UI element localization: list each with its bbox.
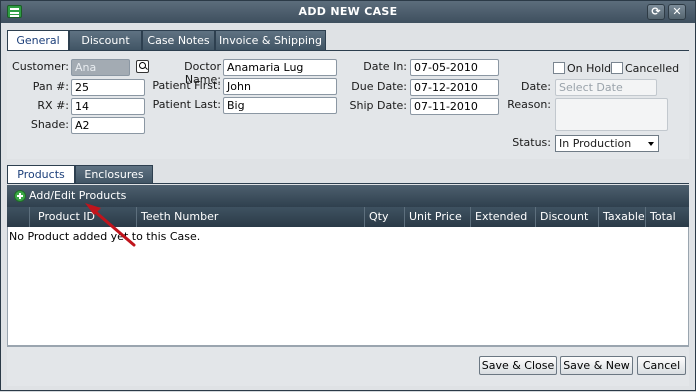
add-new-case-window: ADD NEW CASE ⟳ ✕ General Discount Case N… [0, 0, 696, 391]
annotation-arrow [85, 203, 136, 247]
